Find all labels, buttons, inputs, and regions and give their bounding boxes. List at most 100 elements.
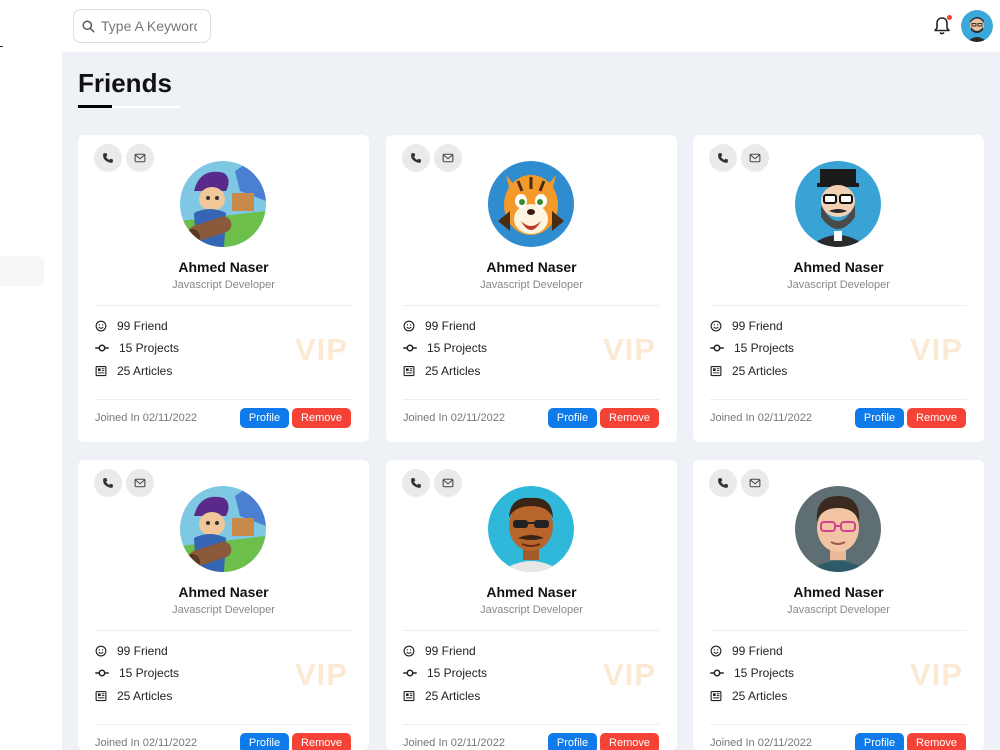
friend-avatar xyxy=(180,486,266,572)
projects-count: 15 Projects xyxy=(95,341,179,355)
phone-icon xyxy=(103,478,113,488)
newspaper-icon xyxy=(95,690,107,702)
profile-button[interactable]: Profile xyxy=(548,408,597,428)
call-button[interactable] xyxy=(402,469,430,497)
divider xyxy=(95,399,352,400)
friend-role: Javascript Developer xyxy=(480,604,583,616)
newspaper-icon xyxy=(403,690,415,702)
call-button[interactable] xyxy=(94,469,122,497)
divider xyxy=(95,305,352,306)
friends-count: 99 Friend xyxy=(710,319,783,333)
search-input[interactable] xyxy=(101,18,197,34)
call-button[interactable] xyxy=(709,144,737,172)
vip-badge: VIP xyxy=(295,657,348,692)
divider xyxy=(95,630,352,631)
friend-role: Javascript Developer xyxy=(787,604,890,616)
mail-button[interactable] xyxy=(434,469,462,497)
projects-count: 15 Projects xyxy=(403,341,487,355)
newspaper-icon xyxy=(95,365,107,377)
mail-button[interactable] xyxy=(741,144,769,172)
mail-button[interactable] xyxy=(741,469,769,497)
joined-date: Joined In 02/11/2022 xyxy=(710,737,812,749)
friend-role: Javascript Developer xyxy=(172,604,275,616)
profile-button[interactable]: Profile xyxy=(240,733,289,750)
friend-role: Javascript Developer xyxy=(172,279,275,291)
page-title: Friends xyxy=(78,68,172,98)
profile-button[interactable]: Profile xyxy=(548,733,597,750)
friend-card: Ahmed Naser Javascript Developer 99 Frie… xyxy=(693,460,984,750)
vip-badge: VIP xyxy=(603,657,656,692)
divider xyxy=(403,724,660,725)
call-button[interactable] xyxy=(709,469,737,497)
smile-icon xyxy=(403,645,415,657)
friend-role: Javascript Developer xyxy=(787,279,890,291)
friend-avatar xyxy=(180,161,266,247)
joined-date: Joined In 02/11/2022 xyxy=(403,737,505,749)
commit-icon xyxy=(95,669,109,677)
divider xyxy=(710,305,967,306)
friend-name: Ahmed Naser xyxy=(178,584,269,600)
commit-icon xyxy=(710,669,724,677)
friend-avatar xyxy=(488,161,574,247)
vip-badge: VIP xyxy=(295,332,348,367)
divider xyxy=(403,305,660,306)
profile-button[interactable]: Profile xyxy=(855,733,904,750)
divider xyxy=(710,399,967,400)
friend-avatar xyxy=(795,486,881,572)
mail-icon xyxy=(134,478,146,488)
mail-button[interactable] xyxy=(434,144,462,172)
remove-button[interactable]: Remove xyxy=(907,408,966,428)
phone-icon xyxy=(103,153,113,163)
smile-icon xyxy=(710,645,722,657)
notification-dot xyxy=(947,15,952,20)
friend-card: Ahmed Naser Javascript Developer 99 Frie… xyxy=(78,135,369,442)
friends-count: 99 Friend xyxy=(95,319,168,333)
friend-avatar xyxy=(795,161,881,247)
friends-count: 99 Friend xyxy=(710,644,783,658)
call-button[interactable] xyxy=(402,144,430,172)
joined-date: Joined In 02/11/2022 xyxy=(95,412,197,424)
commit-icon xyxy=(95,344,109,352)
profile-button[interactable]: Profile xyxy=(240,408,289,428)
remove-button[interactable]: Remove xyxy=(292,733,351,750)
phone-icon xyxy=(411,478,421,488)
sidebar-active-item[interactable] xyxy=(0,256,44,286)
commit-icon xyxy=(403,669,417,677)
mail-icon xyxy=(442,153,454,163)
notification-button[interactable] xyxy=(932,15,954,37)
remove-button[interactable]: Remove xyxy=(292,408,351,428)
mail-button[interactable] xyxy=(126,469,154,497)
friend-name: Ahmed Naser xyxy=(486,584,577,600)
phone-icon xyxy=(718,478,728,488)
search-box[interactable] xyxy=(73,9,211,43)
friend-name: Ahmed Naser xyxy=(486,259,577,275)
smile-icon xyxy=(95,645,107,657)
friend-role: Javascript Developer xyxy=(480,279,583,291)
sidebar-dash xyxy=(0,46,3,47)
newspaper-icon xyxy=(403,365,415,377)
articles-count: 25 Articles xyxy=(710,364,787,378)
commit-icon xyxy=(710,344,724,352)
remove-button[interactable]: Remove xyxy=(907,733,966,750)
articles-count: 25 Articles xyxy=(710,689,787,703)
articles-count: 25 Articles xyxy=(95,364,172,378)
articles-count: 25 Articles xyxy=(403,689,480,703)
user-avatar[interactable] xyxy=(961,10,993,42)
call-button[interactable] xyxy=(94,144,122,172)
joined-date: Joined In 02/11/2022 xyxy=(710,412,812,424)
remove-button[interactable]: Remove xyxy=(600,733,659,750)
divider xyxy=(710,630,967,631)
articles-count: 25 Articles xyxy=(95,689,172,703)
phone-icon xyxy=(411,153,421,163)
friend-card: Ahmed Naser Javascript Developer 99 Frie… xyxy=(386,460,677,750)
profile-button[interactable]: Profile xyxy=(855,408,904,428)
top-header xyxy=(62,0,1000,52)
smile-icon xyxy=(403,320,415,332)
remove-button[interactable]: Remove xyxy=(600,408,659,428)
search-icon xyxy=(82,19,95,33)
divider xyxy=(403,399,660,400)
mail-button[interactable] xyxy=(126,144,154,172)
mail-icon xyxy=(442,478,454,488)
smile-icon xyxy=(95,320,107,332)
articles-count: 25 Articles xyxy=(403,364,480,378)
